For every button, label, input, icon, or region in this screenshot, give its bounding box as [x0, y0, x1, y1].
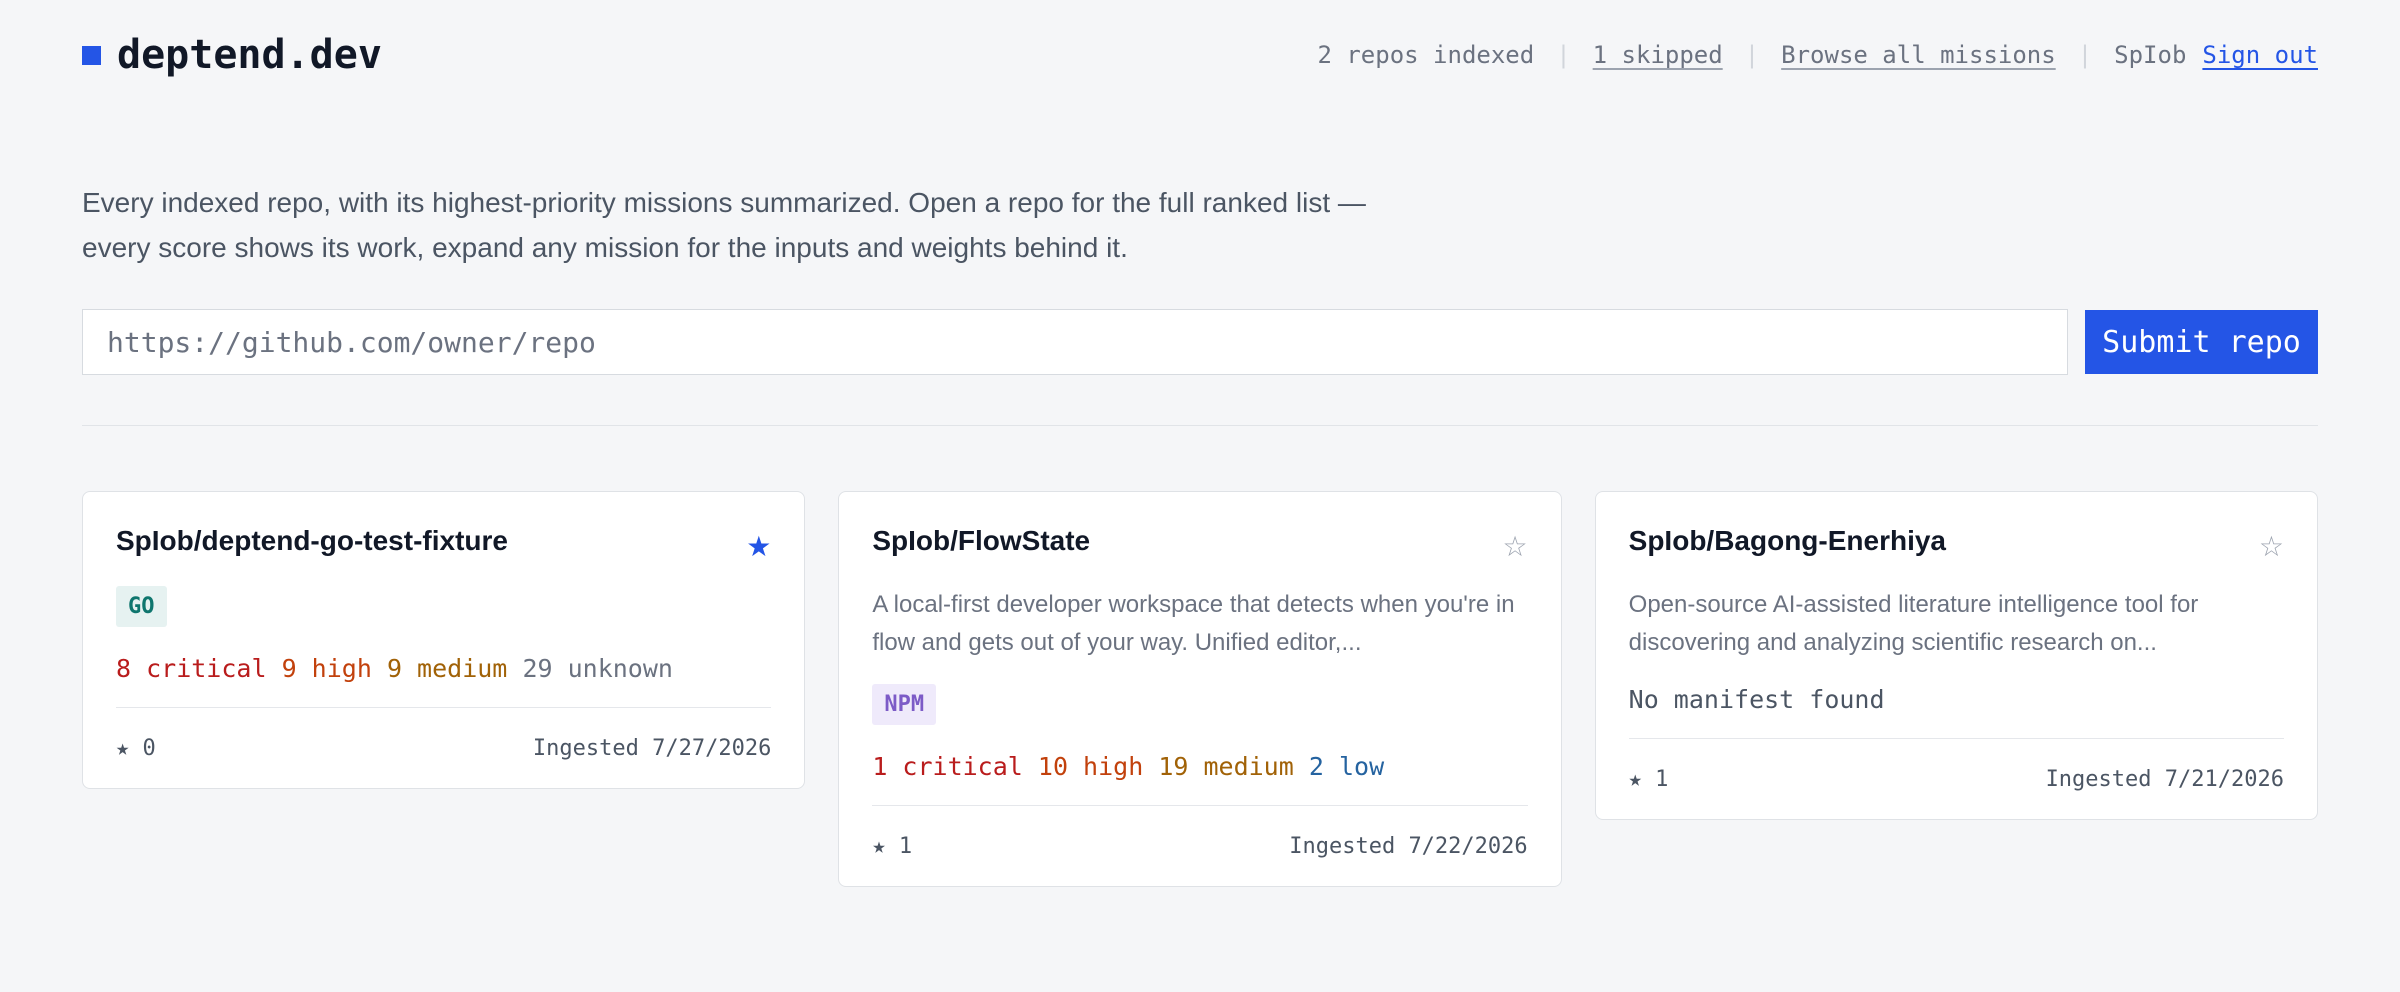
repo-card-list: SpIob/deptend-go-test-fixture ★ GO 8 cri… — [82, 491, 2318, 887]
page: deptend.dev 2 repos indexed | 1 skipped … — [0, 0, 2400, 110]
ecosystem-badge: GO — [116, 586, 167, 627]
ingested-date: Ingested 7/22/2026 — [1289, 833, 1528, 859]
sign-out-link[interactable]: Sign out — [2202, 41, 2318, 69]
submit-repo-form: Submit repo — [82, 309, 2318, 375]
card-header: SpIob/FlowState ☆ — [872, 524, 1527, 564]
submit-repo-button[interactable]: Submit repo — [2085, 310, 2318, 374]
ecosystem-badge: NPM — [872, 684, 937, 725]
intro-text: Every indexed repo, with its highest-pri… — [82, 180, 1442, 270]
critical-count: 8 critical — [116, 654, 267, 683]
repo-description: Open-source AI-assisted literature intel… — [1628, 591, 2199, 656]
username: SpIob — [2114, 41, 2187, 69]
card-footer: ★ 0 Ingested 7/27/2026 — [116, 707, 772, 788]
critical-count: 1 critical — [872, 752, 1023, 781]
header-nav: 2 repos indexed | 1 skipped | Browse all… — [1317, 41, 2318, 69]
severity-counts: 8 critical 9 high 9 medium 29 unknown — [116, 653, 771, 685]
repo-card[interactable]: SpIob/FlowState ☆ A local-first develope… — [838, 491, 1562, 887]
high-count: 10 high — [1037, 752, 1144, 781]
repo-url-input[interactable] — [82, 309, 2068, 375]
star-count: ★ 0 — [116, 735, 156, 761]
nav-separator: | — [2077, 41, 2093, 69]
star-count: ★ 1 — [872, 833, 913, 859]
brand-logo-icon — [82, 45, 101, 65]
card-header: SpIob/Bagong-Enerhiya ☆ — [1629, 524, 2284, 564]
high-count: 9 high — [281, 654, 372, 683]
intro-line-2: every score shows its work, expand any m… — [82, 232, 1128, 263]
star-outline-icon[interactable]: ☆ — [2259, 530, 2284, 564]
star-count: ★ 1 — [1628, 766, 1669, 792]
repos-indexed-count: 2 repos indexed — [1317, 41, 1535, 69]
star-outline-icon[interactable]: ☆ — [1503, 530, 1528, 564]
brand[interactable]: deptend.dev — [82, 32, 382, 78]
medium-count: 19 medium — [1158, 752, 1294, 781]
star-filled-icon[interactable]: ★ — [746, 530, 771, 564]
skipped-link[interactable]: 1 skipped — [1593, 41, 1723, 69]
nav-separator: | — [1744, 41, 1760, 69]
repo-card[interactable]: SpIob/Bagong-Enerhiya ☆ Open-source AI-a… — [1594, 491, 2318, 820]
browse-missions-link[interactable]: Browse all missions — [1781, 41, 2056, 69]
repo-card[interactable]: SpIob/deptend-go-test-fixture ★ GO 8 cri… — [82, 491, 806, 789]
repo-title[interactable]: SpIob/deptend-go-test-fixture — [116, 524, 508, 558]
no-manifest-message: No manifest found — [1628, 685, 1885, 714]
ingested-date: Ingested 7/21/2026 — [2045, 766, 2284, 792]
low-count: 2 low — [1308, 752, 1385, 781]
divider — [82, 425, 2318, 426]
card-footer: ★ 1 Ingested 7/21/2026 — [1628, 738, 2284, 819]
card-header: SpIob/deptend-go-test-fixture ★ — [116, 524, 771, 564]
intro-line-1: Every indexed repo, with its highest-pri… — [82, 187, 1366, 218]
repo-title[interactable]: SpIob/Bagong-Enerhiya — [1629, 524, 1946, 558]
brand-name: deptend.dev — [117, 32, 382, 78]
repo-title[interactable]: SpIob/FlowState — [872, 524, 1090, 558]
ingested-date: Ingested 7/27/2026 — [532, 735, 772, 761]
top-bar: deptend.dev 2 repos indexed | 1 skipped … — [82, 0, 2318, 110]
medium-count: 9 medium — [386, 654, 508, 683]
nav-separator: | — [1556, 41, 1571, 69]
severity-counts: 1 critical 10 high 19 medium 2 low — [872, 751, 1527, 783]
unknown-count: 29 unknown — [522, 654, 673, 683]
repo-description: A local-first developer workspace that d… — [872, 591, 1515, 656]
card-footer: ★ 1 Ingested 7/22/2026 — [872, 805, 1528, 886]
